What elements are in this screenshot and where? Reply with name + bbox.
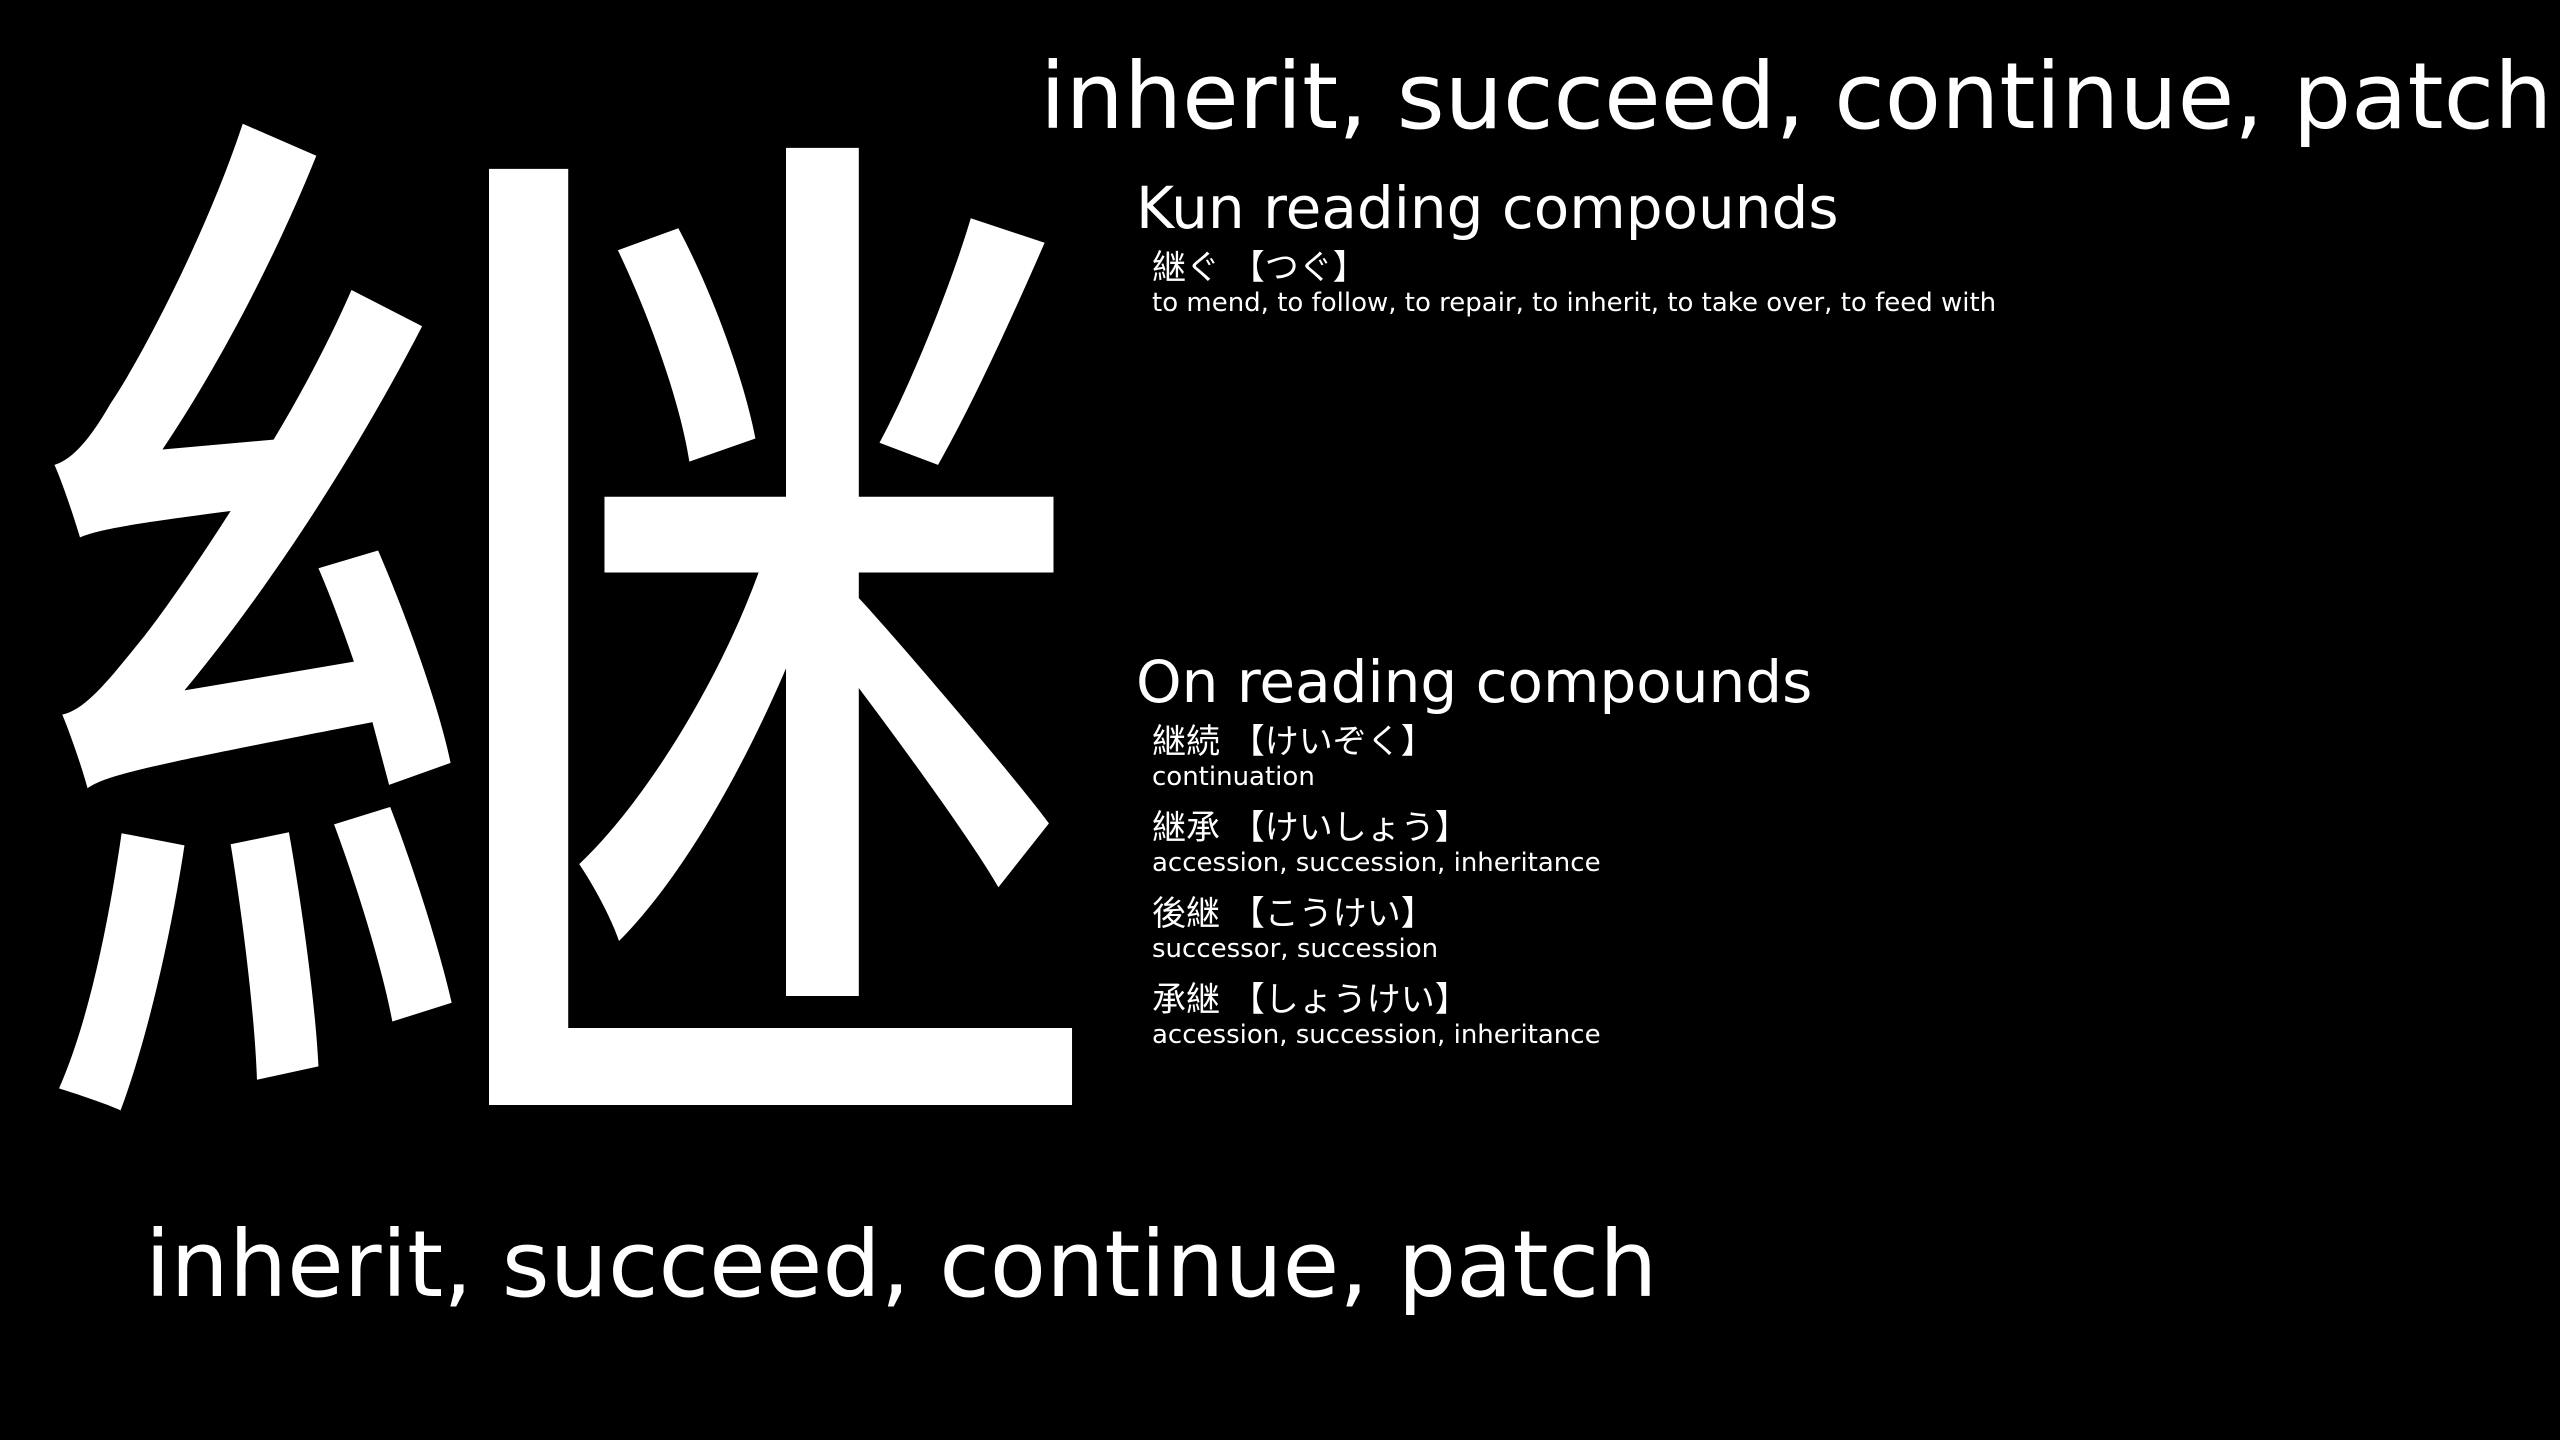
meaning-heading-top: inherit, succeed, continue, patch (1040, 43, 2553, 150)
on-entry: 承継 【しょうけい】 accession, succession, inheri… (1152, 980, 1812, 1050)
on-entry-gloss: accession, succession, inheritance (1152, 848, 1601, 878)
on-entry-word: 継続 【けいぞく】 (1152, 722, 1435, 762)
on-entry-word: 継承 【けいしょう】 (1152, 808, 1469, 848)
kun-entry: 継ぐ 【つぐ】 to mend, to follow, to repair, t… (1152, 248, 1996, 318)
meaning-heading-bottom: inherit, succeed, continue, patch (145, 1211, 1658, 1318)
on-entry-word: 後継 【こうけい】 (1152, 894, 1435, 934)
on-entry-gloss: accession, succession, inheritance (1152, 1020, 1601, 1050)
kun-entry-word: 継ぐ 【つぐ】 (1152, 248, 1367, 288)
kun-reading-section: Kun reading compounds 継ぐ 【つぐ】 to mend, t… (1136, 172, 1996, 334)
kun-entry-gloss: to mend, to follow, to repair, to inheri… (1152, 288, 1997, 318)
on-entry: 継承 【けいしょう】 accession, succession, inheri… (1152, 808, 1812, 878)
on-entry-gloss: successor, succession (1152, 934, 1439, 964)
kanji-character: 継 (15, 30, 1115, 1310)
on-entry: 後継 【こうけい】 successor, succession (1152, 894, 1812, 964)
on-section-title: On reading compounds (1136, 648, 1813, 716)
on-reading-section: On reading compounds 継続 【けいぞく】 continuat… (1136, 646, 1812, 1066)
kun-section-title: Kun reading compounds (1136, 174, 1839, 242)
on-entry-gloss: continuation (1152, 762, 1315, 792)
on-entry: 継続 【けいぞく】 continuation (1152, 722, 1812, 792)
on-entry-word: 承継 【しょうけい】 (1152, 980, 1469, 1020)
